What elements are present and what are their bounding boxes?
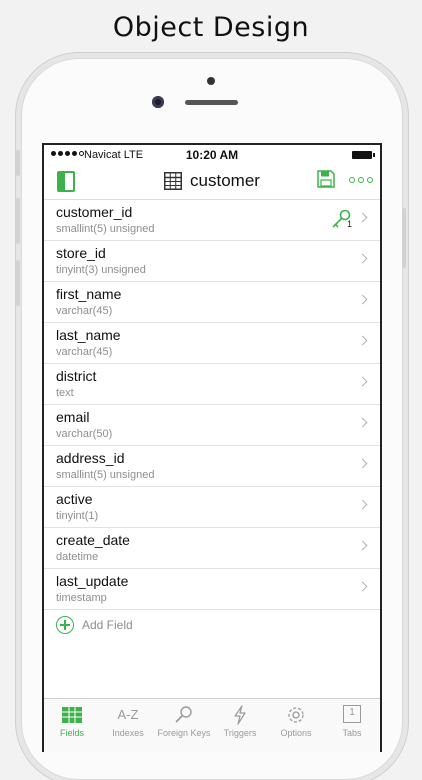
a-z-icon: A-Z	[117, 707, 139, 722]
field-row[interactable]: email varchar(50)	[44, 405, 380, 446]
field-type: timestamp	[56, 592, 107, 604]
tab-tabs[interactable]: 1 Tabs	[324, 699, 380, 752]
table-icon	[164, 172, 183, 190]
chevron-right-icon	[357, 499, 368, 510]
field-name: store_id	[56, 245, 106, 261]
field-type: text	[56, 387, 74, 399]
tab-count: 1	[349, 707, 355, 718]
tab-fields[interactable]: Fields	[44, 699, 100, 752]
add-field-label: Add Field	[82, 618, 133, 632]
gear-icon	[285, 705, 307, 725]
field-name: email	[56, 409, 90, 425]
field-type: varchar(50)	[56, 428, 113, 440]
field-row[interactable]: store_id tinyint(3) unsigned	[44, 241, 380, 282]
field-type: datetime	[56, 551, 99, 563]
volume-up-button	[16, 198, 20, 244]
add-field-button[interactable]: Add Field	[44, 610, 380, 646]
chevron-right-icon	[357, 294, 368, 305]
tab-label: Foreign Keys	[157, 728, 211, 738]
mute-switch	[16, 150, 20, 176]
field-type: tinyint(1)	[56, 510, 99, 522]
field-type: varchar(45)	[56, 305, 113, 317]
field-name: district	[56, 368, 97, 384]
chevron-right-icon	[357, 458, 368, 469]
field-name: first_name	[56, 286, 122, 302]
field-name: customer_id	[56, 204, 133, 220]
field-row[interactable]: create_date datetime	[44, 528, 380, 569]
status-time: 10:20 AM	[185, 148, 239, 162]
field-name: address_id	[56, 450, 125, 466]
key-index: 1	[347, 219, 353, 229]
plus-circle-icon	[56, 616, 74, 634]
field-name: create_date	[56, 532, 130, 548]
chevron-right-icon	[357, 581, 368, 592]
tab-label: Tabs	[342, 728, 362, 738]
magnifier-icon	[173, 705, 195, 725]
chevron-right-icon	[357, 376, 368, 387]
tab-label: Options	[280, 728, 312, 738]
tab-bar: Fields A-Z Indexes Foreign Keys Triggers Opti…	[44, 698, 380, 752]
lightning-icon	[229, 705, 251, 725]
field-name: active	[56, 491, 93, 507]
field-row[interactable]: address_id smallint(5) unsigned	[44, 446, 380, 487]
chevron-right-icon	[357, 212, 368, 223]
field-row[interactable]: customer_id smallint(5) unsigned 1	[44, 200, 380, 241]
tab-label: Indexes	[112, 728, 144, 738]
proximity-sensor	[207, 77, 215, 85]
field-name: last_update	[56, 573, 129, 589]
front-camera	[152, 96, 164, 108]
chevron-right-icon	[357, 540, 368, 551]
tab-triggers[interactable]: Triggers	[212, 699, 268, 752]
power-button	[402, 208, 406, 268]
tab-label: Triggers	[223, 728, 257, 738]
page-title: customer	[190, 171, 260, 190]
tab-foreign-keys[interactable]: Foreign Keys	[156, 699, 212, 752]
chevron-right-icon	[357, 253, 368, 264]
field-name: last_name	[56, 327, 121, 343]
field-type: tinyint(3) unsigned	[56, 264, 146, 276]
tab-label: Fields	[59, 728, 84, 738]
field-row[interactable]: active tinyint(1)	[44, 487, 380, 528]
field-list: customer_id smallint(5) unsigned 1 store_id…	[44, 200, 380, 610]
tab-options[interactable]: Options	[268, 699, 324, 752]
status-bar: Navicat LTE 10:20 AM	[44, 145, 380, 167]
save-icon[interactable]	[317, 170, 335, 188]
field-row[interactable]: first_name varchar(45)	[44, 282, 380, 323]
field-row[interactable]: district text	[44, 364, 380, 405]
field-type: smallint(5) unsigned	[56, 223, 155, 235]
battery-icon	[352, 151, 375, 159]
app-screen: Navicat LTE 10:20 AM customer customer_i…	[42, 143, 382, 752]
tabs-icon: 1	[343, 705, 361, 723]
more-icon[interactable]	[349, 177, 373, 183]
chevron-right-icon	[357, 417, 368, 428]
promo-title: Object Design	[112, 12, 310, 43]
field-type: smallint(5) unsigned	[56, 469, 155, 481]
field-type: varchar(45)	[56, 346, 113, 358]
volume-down-button	[16, 260, 20, 306]
field-row[interactable]: last_name varchar(45)	[44, 323, 380, 364]
navigation-bar: customer	[44, 167, 380, 200]
chevron-right-icon	[357, 335, 368, 346]
field-row[interactable]: last_update timestamp	[44, 569, 380, 610]
fields-icon	[61, 705, 83, 725]
earpiece-speaker	[185, 100, 238, 105]
tab-indexes[interactable]: A-Z Indexes	[100, 699, 156, 752]
